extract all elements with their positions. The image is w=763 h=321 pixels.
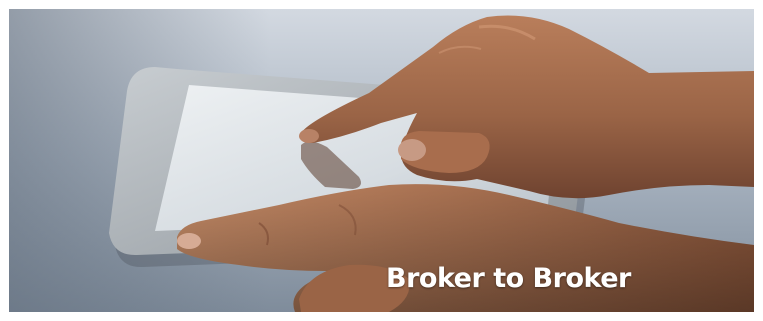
hands-on-tablet-photo [9, 9, 754, 312]
banner-photo-frame: Broker to Broker [9, 9, 754, 312]
banner-caption: Broker to Broker [386, 263, 631, 294]
